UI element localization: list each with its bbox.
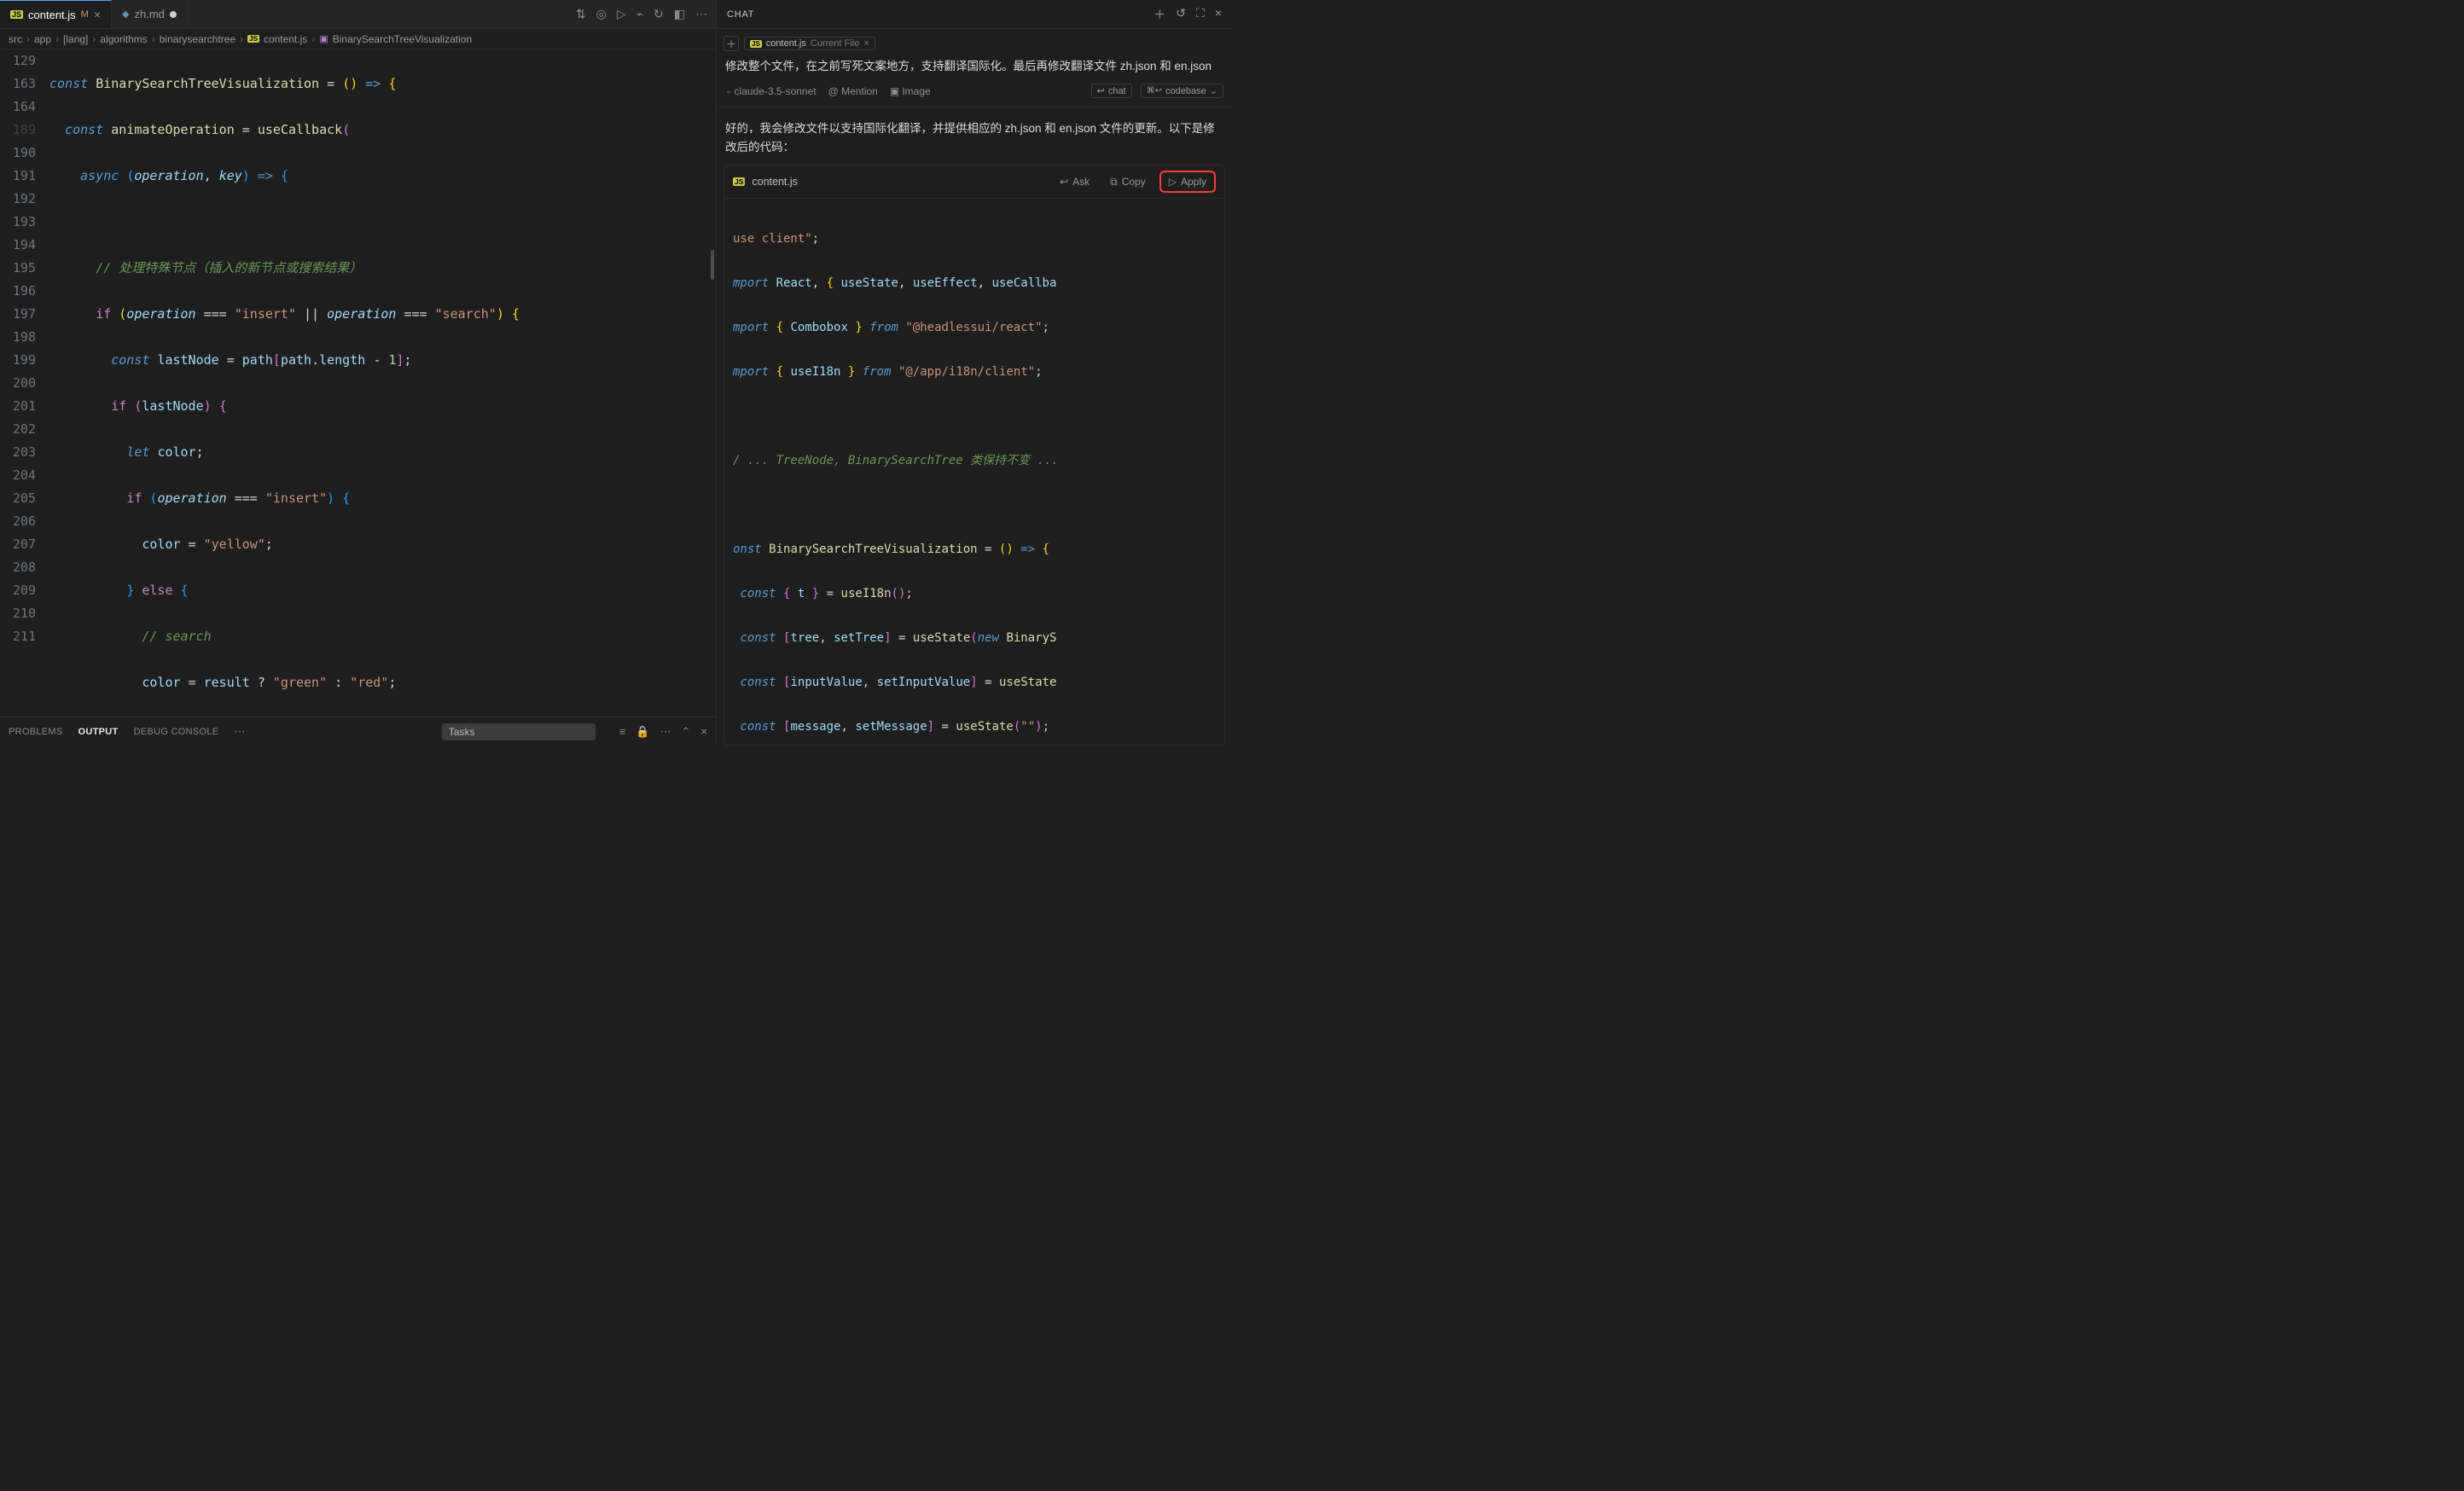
javascript-icon: JS [10,10,23,19]
chip-remove-icon[interactable]: × [863,38,869,49]
breadcrumb-part[interactable]: algorithms [100,33,147,45]
model-name: claude-3.5-sonnet [735,85,816,97]
expand-icon[interactable]: ⛶ [1196,6,1205,23]
debug-icon[interactable]: ⌁ [636,7,643,21]
run-icon[interactable]: ▷ [617,7,626,21]
tab-content-js[interactable]: JS content.js M × [0,0,112,28]
breadcrumb-symbol[interactable]: BinarySearchTreeVisualization [333,33,472,45]
user-message: 修改整个文件，在之前写死文案地方，支持翻译国际化。最后再修改翻译文件 zh.js… [717,58,1232,82]
tab-zh-md[interactable]: ◆ zh.md [112,0,188,28]
chat-panel: CHAT ＋ ↺ ⛶ × ＋ JS content.js Current Fil… [717,0,1232,746]
breadcrumb-part[interactable]: app [34,33,51,45]
context-file-chip[interactable]: JS content.js Current File × [744,37,875,50]
line-gutter: 129163164 189190191 192193194 195196197 … [0,49,49,716]
context-chip-row: ＋ JS content.js Current File × [717,36,1232,58]
tasks-select[interactable]: Tasks [442,723,596,740]
markdown-icon: ◆ [122,9,129,20]
minimap-scrollbar[interactable] [711,250,714,280]
copy-button[interactable]: ⧉ Copy [1103,173,1153,191]
filter-icon[interactable]: ≡ [619,725,626,739]
editor-toolbar: ⇅ ◎ ▷ ⌁ ↻ ◧ ⋯ [567,7,716,21]
breadcrumb[interactable]: src› app› [lang]› algorithms› binarysear… [0,29,716,49]
tab-label: zh.md [135,8,165,20]
reply-icon: ↩ [1060,176,1068,188]
chat-body: ＋ JS content.js Current File × 修改整个文件，在之… [717,29,1232,746]
ask-button[interactable]: ↩ Ask [1053,173,1096,190]
play-icon: ▷ [1169,176,1177,188]
git-compare-icon[interactable]: ⇅ [576,7,586,21]
model-selector[interactable]: ⌄ claude-3.5-sonnet [725,85,816,97]
apply-button-highlight: ▷ Apply [1159,171,1216,193]
tab-problems[interactable]: PROBLEMS [9,727,63,737]
tab-modified-indicator: M [81,9,89,20]
code-block: JS content.js ↩ Ask ⧉ Copy ▷ Apply [724,165,1225,746]
tab-close-button[interactable]: × [94,8,101,21]
apply-button[interactable]: ▷ Apply [1162,173,1213,190]
codebase-mode-chip[interactable]: ⌘↩ codebase ⌄ [1141,84,1223,98]
tab-dirty-indicator [170,11,177,18]
copy-icon: ⧉ [1110,176,1118,189]
chat-mode-chip[interactable]: ↩ chat [1091,84,1132,98]
javascript-icon: JS [247,35,259,43]
tab-output[interactable]: OUTPUT [78,727,119,737]
chevron-up-icon[interactable]: ⌃ [682,725,691,739]
symbol-icon: ▣ [319,33,328,44]
commit-ring-icon[interactable]: ◎ [596,7,607,21]
tab-debug-console[interactable]: DEBUG CONSOLE [134,727,219,737]
code-block-filename: content.js [752,176,798,188]
bottom-panel-actions: ≡ 🔒 ⋯ ⌃ × [619,725,707,739]
chat-title: CHAT [727,9,754,20]
chat-header-actions: ＋ ↺ ⛶ × [1154,6,1222,23]
close-panel-icon[interactable]: × [700,725,707,739]
rerun-icon[interactable]: ↻ [654,7,664,21]
assistant-message: 好的，我会修改文件以支持国际化翻译，并提供相应的 zh.json 和 en.js… [717,107,1232,165]
add-context-button[interactable]: ＋ [724,36,739,51]
breadcrumb-file[interactable]: content.js [264,33,307,45]
editor-tabs: JS content.js M × ◆ zh.md ⇅ ◎ ▷ ⌁ ↻ ◧ ⋯ [0,0,716,29]
breadcrumb-part[interactable]: [lang] [63,33,88,45]
chat-header: CHAT ＋ ↺ ⛶ × [717,0,1232,29]
editor-panel: JS content.js M × ◆ zh.md ⇅ ◎ ▷ ⌁ ↻ ◧ ⋯ … [0,0,717,746]
more-tabs-icon[interactable]: ⋯ [234,725,245,739]
code-content[interactable]: const BinarySearchTreeVisualization = ()… [49,49,716,716]
return-icon: ↩ [1097,85,1105,96]
more-icon[interactable]: ⋯ [695,7,707,21]
bottom-panel: PROBLEMS OUTPUT DEBUG CONSOLE ⋯ Tasks ≡ … [0,716,716,746]
image-button[interactable]: ▣ Image [890,85,931,97]
breadcrumb-part[interactable]: src [9,33,22,45]
code-block-header: JS content.js ↩ Ask ⧉ Copy ▷ Apply [724,165,1224,199]
history-icon[interactable]: ↺ [1176,6,1186,23]
chevron-down-icon: ⌄ [1210,85,1217,96]
new-chat-icon[interactable]: ＋ [1154,6,1165,23]
chip-suffix: Current File [811,38,859,49]
tab-label: content.js [28,9,76,21]
more-icon[interactable]: ⋯ [660,725,671,739]
mention-button[interactable]: @ Mention [828,85,878,97]
javascript-icon: JS [750,40,762,48]
split-editor-icon[interactable]: ◧ [674,7,685,21]
chip-filename: content.js [766,38,806,49]
keyboard-icon: ⌘↩ [1147,86,1162,96]
lock-icon[interactable]: 🔒 [636,725,649,739]
close-chat-icon[interactable]: × [1215,6,1222,23]
chevron-down-icon: ⌄ [725,86,732,96]
code-block-content[interactable]: use client"; mport React, { useState, us… [724,199,1224,745]
image-icon: ▣ [890,85,899,97]
breadcrumb-part[interactable]: binarysearchtree [160,33,235,45]
code-editor[interactable]: 129163164 189190191 192193194 195196197 … [0,49,716,716]
model-tool-row: ⌄ claude-3.5-sonnet @ Mention ▣ Image ↩ … [717,82,1232,107]
javascript-icon: JS [733,177,745,186]
